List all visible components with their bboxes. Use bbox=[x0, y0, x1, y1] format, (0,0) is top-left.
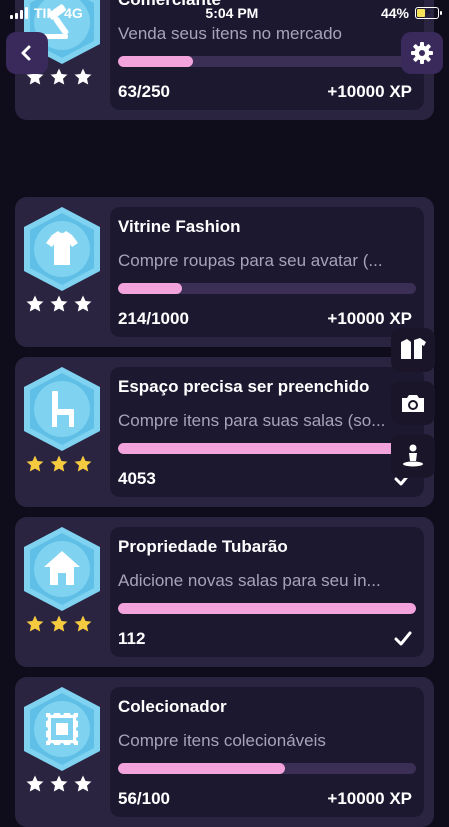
star-rating bbox=[24, 613, 94, 635]
camera-button[interactable] bbox=[391, 381, 435, 425]
star-icon bbox=[24, 453, 46, 474]
status-left: TIM 4G bbox=[10, 5, 83, 21]
star-icon bbox=[48, 66, 70, 87]
settings-button[interactable] bbox=[401, 32, 443, 74]
achievement-details: Propriedade Tubarão Adicione novas salas … bbox=[110, 527, 424, 657]
achievement-card[interactable]: Espaço precisa ser preenchido Compre iten… bbox=[15, 357, 434, 507]
progress-bar bbox=[118, 443, 416, 454]
clock: 5:04 PM bbox=[205, 5, 259, 21]
checkmark-icon bbox=[394, 631, 412, 646]
status-bar: TIM 4G 5:04 PM 44% ⚡ bbox=[0, 0, 449, 26]
achievement-title: Espaço precisa ser preenchido bbox=[118, 377, 370, 396]
avatar-pose-icon bbox=[403, 444, 423, 467]
status-right: 44% ⚡ bbox=[380, 5, 442, 21]
progress-bar bbox=[118, 763, 416, 774]
achievement-description: Compre itens colecionáveis bbox=[118, 731, 326, 750]
achievement-description: Compre roupas para seu avatar (... bbox=[118, 251, 383, 270]
achievement-card[interactable]: Vitrine Fashion Compre roupas para seu av… bbox=[15, 197, 434, 347]
star-icon bbox=[72, 66, 94, 87]
achievement-card[interactable]: Propriedade Tubarão Adicione novas salas … bbox=[15, 517, 434, 667]
progress-count: 63/250 bbox=[118, 82, 170, 101]
achievement-title: Colecionador bbox=[118, 697, 227, 716]
star-icon bbox=[48, 613, 70, 634]
achievement-badge bbox=[24, 367, 100, 451]
charging-bolt-icon: ⚡ bbox=[424, 7, 432, 19]
star-icon bbox=[48, 293, 70, 314]
progress-count: 56/100 bbox=[118, 789, 170, 808]
avatar-pose-button[interactable] bbox=[391, 434, 435, 478]
star-rating bbox=[24, 453, 94, 475]
achievement-details: Espaço precisa ser preenchido Compre iten… bbox=[110, 367, 424, 497]
progress-bar bbox=[118, 603, 416, 614]
progress-fill bbox=[118, 56, 194, 67]
network-label: 4G bbox=[64, 5, 83, 21]
achievement-card[interactable]: Colecionador Compre itens colecionáveis 56… bbox=[15, 677, 434, 827]
signal-icon bbox=[10, 7, 28, 19]
stamp-icon bbox=[44, 711, 80, 747]
chevron-left-icon bbox=[21, 45, 31, 61]
gear-icon bbox=[411, 42, 433, 64]
star-icon bbox=[72, 773, 94, 794]
achievement-title: Propriedade Tubarão bbox=[118, 537, 288, 556]
battery-icon: ⚡ bbox=[415, 7, 442, 19]
star-icon bbox=[72, 293, 94, 314]
progress-fill bbox=[118, 283, 182, 294]
wardrobe-button[interactable] bbox=[391, 328, 435, 372]
star-icon bbox=[24, 773, 46, 794]
achievement-description: Compre itens para suas salas (so... bbox=[118, 411, 386, 430]
achievement-badge bbox=[24, 687, 100, 771]
star-icon bbox=[48, 453, 70, 474]
star-icon bbox=[72, 453, 94, 474]
xp-reward: +10000 XP bbox=[327, 82, 412, 101]
progress-bar bbox=[118, 283, 416, 294]
progress-count: 4053 bbox=[118, 469, 156, 488]
camera-icon bbox=[402, 395, 424, 412]
progress-bar bbox=[118, 56, 416, 67]
progress-fill bbox=[118, 763, 285, 774]
achievement-description: Venda seus itens no mercado bbox=[118, 24, 342, 43]
xp-reward: +10000 XP bbox=[327, 309, 412, 328]
progress-count: 214/1000 bbox=[118, 309, 189, 328]
progress-fill bbox=[118, 603, 416, 614]
xp-reward: +10000 XP bbox=[327, 789, 412, 808]
achievement-badge bbox=[24, 527, 100, 611]
wardrobe-icon bbox=[401, 338, 426, 359]
achievement-badge bbox=[24, 207, 100, 291]
star-icon bbox=[48, 773, 70, 794]
star-icon bbox=[24, 293, 46, 314]
battery-percent: 44% bbox=[380, 5, 409, 21]
star-icon bbox=[72, 613, 94, 634]
achievement-details: Colecionador Compre itens colecionáveis 56… bbox=[110, 687, 424, 817]
back-button[interactable] bbox=[6, 32, 48, 74]
star-rating bbox=[24, 773, 94, 795]
achievement-details: Vitrine Fashion Compre roupas para seu av… bbox=[110, 207, 424, 337]
progress-fill bbox=[118, 443, 416, 454]
carrier-label: TIM bbox=[34, 5, 59, 21]
achievement-title: Vitrine Fashion bbox=[118, 217, 241, 236]
star-icon bbox=[24, 613, 46, 634]
side-tools bbox=[391, 328, 435, 478]
achievement-description: Adicione novas salas para seu in... bbox=[118, 571, 381, 590]
progress-count: 112 bbox=[118, 629, 146, 648]
star-rating bbox=[24, 293, 94, 315]
